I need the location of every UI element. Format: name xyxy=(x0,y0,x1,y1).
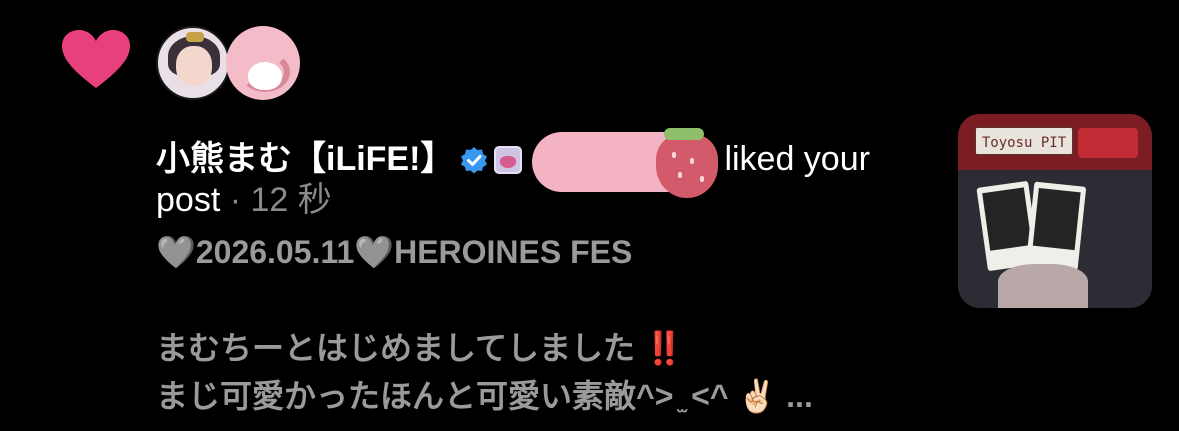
excerpt-line-3: まむちーとはじめましてしました ‼️ xyxy=(156,324,936,372)
user-avatar[interactable] xyxy=(156,26,230,100)
ilife-badge-icon xyxy=(494,146,523,174)
heart-icon xyxy=(62,30,130,88)
notification-meta: post · 12 秒 xyxy=(156,176,332,224)
post-excerpt[interactable]: 🩶2026.05.11🩶HEROINES FES まむちーとはじめましてしました… xyxy=(156,228,936,420)
excerpt-line-2 xyxy=(156,276,936,324)
username[interactable]: 小熊まむ【iLiFE!】 xyxy=(156,140,454,178)
excerpt-line-4: まじ可愛かったほんと可愛い素敵^> ̫ <^ ✌🏻 ... xyxy=(156,378,813,414)
separator: · xyxy=(220,181,251,219)
action-text: liked your xyxy=(724,140,870,178)
instant-photo xyxy=(1025,181,1087,271)
double-exclamation-icon: ‼️ xyxy=(643,330,684,366)
venue-sign: Toyosu PIT xyxy=(974,126,1074,156)
redacted-avatar[interactable] xyxy=(226,26,300,100)
excerpt-line-3-text: まむちーとはじめましてしました xyxy=(156,330,644,366)
excerpt-line-1: 🩶2026.05.11🩶HEROINES FES xyxy=(156,234,633,270)
verified-badge-icon xyxy=(461,147,488,174)
redacted-username[interactable] xyxy=(532,126,719,198)
notification-text[interactable]: 小熊まむ【iLiFE!】 liked your xyxy=(156,126,916,198)
timestamp: 12 秒 xyxy=(250,181,332,219)
post-word: post xyxy=(156,181,221,219)
hand xyxy=(998,264,1088,308)
post-thumbnail[interactable]: Toyosu PIT xyxy=(958,114,1152,308)
